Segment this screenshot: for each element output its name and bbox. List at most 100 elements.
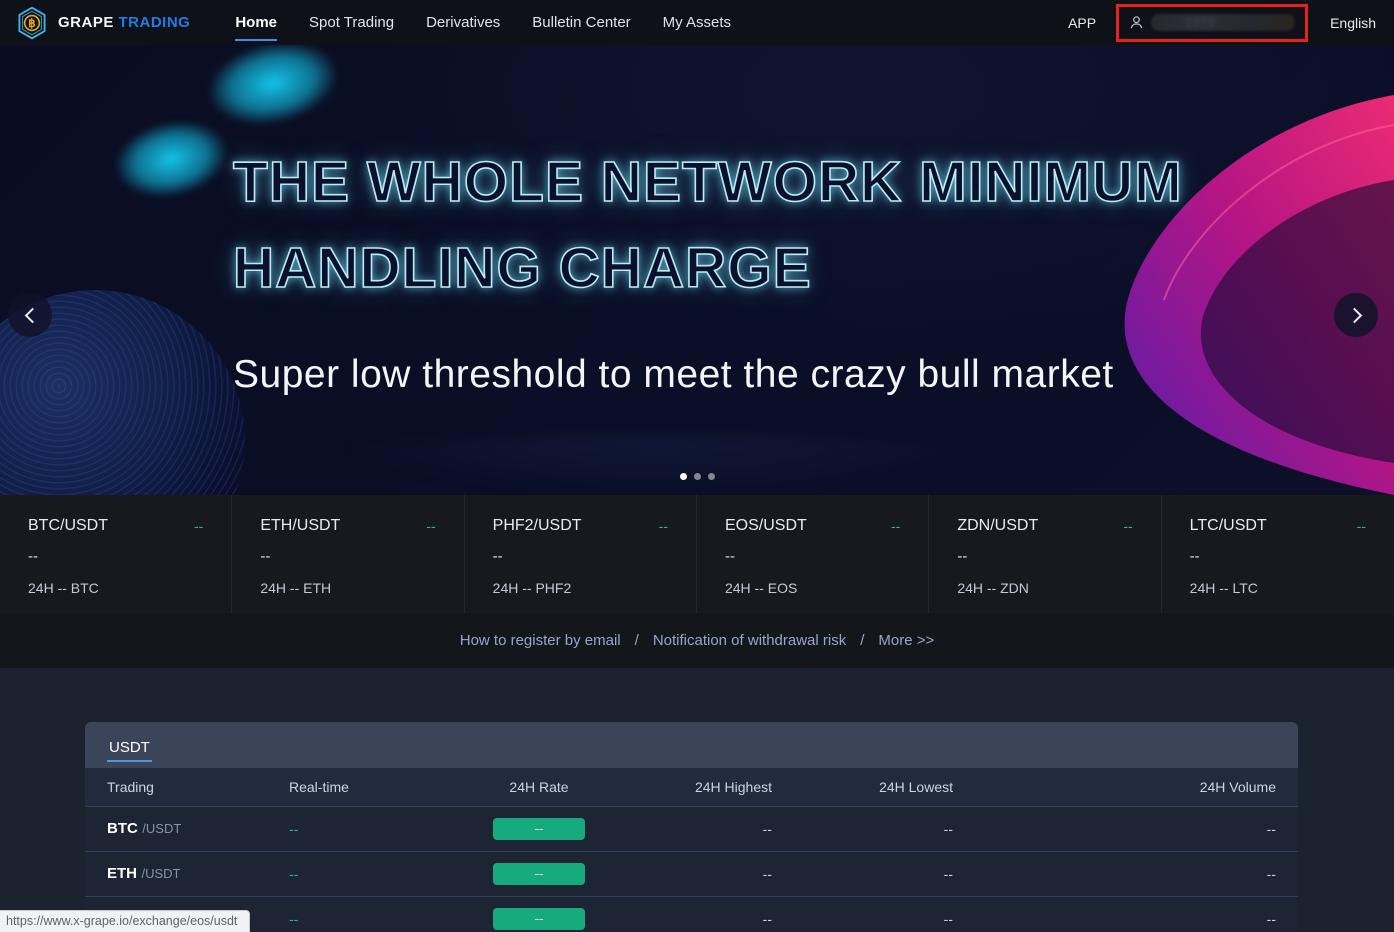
- hero-banner: THE WHOLE NETWORK MINIMUM HANDLING CHARG…: [0, 45, 1394, 495]
- brand-word-grape: GRAPE: [58, 14, 114, 31]
- main-menu: Home Spot Trading Derivatives Bulletin C…: [222, 0, 744, 45]
- menu-item-derivatives[interactable]: Derivatives: [413, 0, 513, 45]
- ticker-pair: EOS/USDT: [725, 517, 807, 535]
- hero-title-line1: THE WHOLE NETWORK MINIMUM: [233, 149, 1183, 215]
- news-link-more[interactable]: More >>: [878, 632, 934, 649]
- carousel-dot-2[interactable]: [694, 473, 701, 480]
- ticker-volume: 24H -- PHF2: [493, 580, 668, 596]
- table-row-btc[interactable]: BTC /USDT -- -- -- -- --: [85, 806, 1298, 851]
- realtime-value: --: [289, 866, 449, 882]
- app-link[interactable]: APP: [1068, 15, 1096, 31]
- rate-badge[interactable]: --: [493, 818, 585, 840]
- market-card: USDT Trading Real-time 24H Rate 24H High…: [85, 722, 1298, 932]
- menu-item-spot-trading[interactable]: Spot Trading: [296, 0, 407, 45]
- highest-value: --: [629, 821, 772, 837]
- symbol-quote: /USDT: [142, 821, 181, 836]
- ticker-cell-eth[interactable]: ETH/USDT-- -- 24H -- ETH: [232, 495, 464, 613]
- person-icon: [1129, 15, 1144, 30]
- carousel-dot-1[interactable]: [680, 473, 687, 480]
- ticker-change: --: [891, 518, 900, 534]
- ticker-pair: LTC/USDT: [1190, 517, 1267, 535]
- symbol-base: ETH: [107, 865, 137, 882]
- ticker-volume: 24H -- EOS: [725, 580, 900, 596]
- ticker-price: --: [957, 548, 1132, 565]
- realtime-value: --: [289, 821, 449, 837]
- annotation-highlight-box[interactable]: 1970: [1116, 4, 1308, 42]
- col-24h-highest: 24H Highest: [629, 779, 772, 795]
- highest-value: --: [629, 866, 772, 882]
- nav-right-cluster: APP 1970 English: [1068, 4, 1376, 42]
- carousel-dot-3[interactable]: [708, 473, 715, 480]
- ticker-pair: PHF2/USDT: [493, 517, 582, 535]
- lowest-value: --: [772, 911, 953, 927]
- market-tabbar: USDT: [85, 722, 1298, 768]
- ticker-cell-ltc[interactable]: LTC/USDT -- -- 24H -- LTC: [1162, 495, 1394, 613]
- ticker-change: --: [194, 518, 203, 534]
- ticker-pair: ZDN/USDT: [957, 517, 1038, 535]
- chevron-right-icon: [1346, 307, 1362, 323]
- ticker-pair: ETH/USDT: [260, 517, 340, 535]
- ticker-volume: 24H -- ETH: [260, 580, 435, 596]
- carousel-dots: [0, 473, 1394, 480]
- table-header: Trading Real-time 24H Rate 24H Highest 2…: [85, 768, 1298, 806]
- brand-name: GRAPE TRADING: [58, 14, 190, 31]
- volume-value: --: [953, 866, 1276, 882]
- ticker-price: --: [260, 548, 435, 565]
- ticker-change: --: [659, 518, 668, 534]
- ticker-price: --: [1190, 548, 1366, 565]
- ticker-price: --: [493, 548, 668, 565]
- ticker-pair: BTC/USDT: [28, 517, 108, 535]
- carousel-next-button[interactable]: [1334, 293, 1378, 337]
- news-link-withdrawal-risk[interactable]: Notification of withdrawal risk: [653, 632, 846, 649]
- bitcoin-hexagon-icon: ฿: [14, 5, 50, 41]
- tab-usdt[interactable]: USDT: [107, 739, 152, 768]
- ticker-volume: 24H -- ZDN: [957, 580, 1132, 596]
- ticker-cell-phf2[interactable]: PHF2/USDT -- -- 24H -- PHF2: [465, 495, 697, 613]
- decor-magenta-ribbon: [834, 65, 1394, 495]
- realtime-value: --: [289, 911, 449, 927]
- hero-title-line2: HANDLING CHARGE: [233, 235, 812, 301]
- menu-item-home[interactable]: Home: [222, 0, 290, 45]
- menu-item-my-assets[interactable]: My Assets: [650, 0, 744, 45]
- market-section: USDT Trading Real-time 24H Rate 24H High…: [0, 668, 1394, 932]
- news-separator: /: [860, 632, 864, 649]
- language-selector[interactable]: English: [1330, 15, 1376, 31]
- col-24h-volume: 24H Volume: [953, 779, 1276, 795]
- hero-subtitle: Super low threshold to meet the crazy bu…: [233, 353, 1114, 397]
- lowest-value: --: [772, 866, 953, 882]
- col-24h-rate: 24H Rate: [449, 779, 629, 795]
- chevron-left-icon: [24, 307, 40, 323]
- brand-word-trading: TRADING: [119, 14, 191, 31]
- news-bar: How to register by email / Notification …: [0, 613, 1394, 668]
- highest-value: --: [629, 911, 772, 927]
- rate-badge[interactable]: --: [493, 863, 585, 885]
- col-realtime: Real-time: [289, 779, 449, 795]
- news-separator: /: [635, 632, 639, 649]
- ticker-cell-eos[interactable]: EOS/USDT-- -- 24H -- EOS: [697, 495, 929, 613]
- col-trading: Trading: [107, 779, 289, 795]
- news-link-register[interactable]: How to register by email: [460, 632, 621, 649]
- col-24h-lowest: 24H Lowest: [772, 779, 953, 795]
- volume-value: --: [953, 911, 1276, 927]
- ticker-cell-zdn[interactable]: ZDN/USDT-- -- 24H -- ZDN: [929, 495, 1161, 613]
- table-row-phf2[interactable]: PHF2 /USDT -- -- -- -- --: [85, 896, 1298, 932]
- ticker-change: --: [1357, 518, 1366, 534]
- ticker-strip: BTC/USDT -- -- 24H -- BTC ETH/USDT -- -- 2…: [0, 495, 1394, 613]
- svg-text:฿: ฿: [28, 17, 36, 30]
- ticker-volume: 24H -- LTC: [1190, 580, 1366, 596]
- menu-item-bulletin-center[interactable]: Bulletin Center: [519, 0, 643, 45]
- decor-wave: [180, 435, 1134, 495]
- account-hint-text: 1970: [1185, 15, 1216, 29]
- symbol-base: BTC: [107, 820, 138, 837]
- browser-status-url: https://www.x-grape.io/exchange/eos/usdt: [0, 910, 250, 932]
- ticker-volume: 24H -- BTC: [28, 580, 203, 596]
- ticker-cell-btc[interactable]: BTC/USDT -- -- 24H -- BTC: [0, 495, 232, 613]
- top-nav: ฿ GRAPE TRADING Home Spot Trading Deriva…: [0, 0, 1394, 45]
- carousel-prev-button[interactable]: [8, 293, 52, 337]
- ticker-price: --: [28, 548, 203, 565]
- volume-value: --: [953, 821, 1276, 837]
- lowest-value: --: [772, 821, 953, 837]
- rate-badge[interactable]: --: [493, 908, 585, 930]
- brand-logo[interactable]: ฿ GRAPE TRADING: [14, 5, 190, 41]
- table-row-eth[interactable]: ETH /USDT -- -- -- -- --: [85, 851, 1298, 896]
